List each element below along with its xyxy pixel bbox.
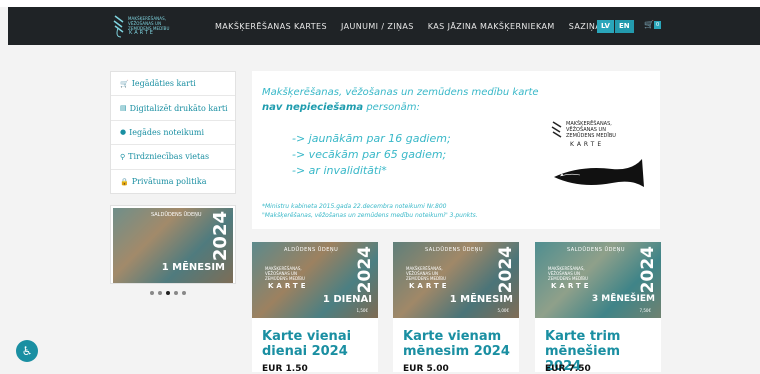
accessibility-button[interactable]: ♿ — [16, 340, 38, 362]
product-card-three-months[interactable]: SALDŪDENS ŪDEŅU MAKŠĶERĒŠANAS, VĒŽOŠANAS … — [535, 242, 661, 374]
banner-line-1: Makšķerēšanas, vēžošanas un zemūdens med… — [262, 87, 539, 98]
banner-foot-line-1: *Ministru kabineta 2015.gada 22.decembra… — [262, 203, 447, 210]
product-card-image: SALDŪDENS ŪDEŅU MAKŠĶERĒŠANAS, VĒŽOŠANAS … — [393, 242, 519, 318]
cart-button[interactable]: 🛒 0 — [644, 20, 662, 29]
card-price-tag: 5,00€ — [497, 308, 509, 313]
slider-dots — [150, 291, 190, 295]
card-price-tag: 1,50€ — [356, 308, 368, 313]
product-price: EUR 5.00 — [403, 364, 449, 374]
top-strip — [0, 0, 760, 7]
main-nav: MAKŠĶERĒŠANAS KARTES JAUNUMI / ZIŅAS KAS… — [215, 7, 618, 45]
card-price-tag: 7,50€ — [639, 308, 651, 313]
sidebar-item-privacy[interactable]: 🔒 Privātuma politika — [111, 170, 235, 194]
cart-icon: 🛒 — [120, 79, 129, 88]
banner-logo-line: ZEMŪDENS MEDĪBU — [566, 133, 616, 139]
slider-dot-active[interactable] — [166, 291, 170, 295]
card-year: 2024 — [638, 246, 658, 294]
navbar: MAKŠĶERĒŠANAS, VĒŽOŠANAS UN ZEMŪDENS MED… — [8, 7, 760, 45]
product-card-image: SALDŪDENS ŪDEŅU MAKŠĶERĒŠANAS, VĒŽOŠANAS … — [535, 242, 661, 318]
nav-what-to-know[interactable]: KAS JĀZINA MAKŠĶERNIEKAM — [428, 22, 555, 31]
sidebar-item-label: Privātuma politika — [131, 177, 207, 187]
sidebar-item-rules[interactable]: ● Iegādes noteikumi — [111, 121, 235, 146]
side-menu: 🛒 Iegādāties karti ▤ Digitalizēt drukāto k… — [110, 71, 236, 194]
product-title[interactable]: Karte vienam mēnesim 2024 — [403, 329, 513, 359]
lock-icon: 🔒 — [120, 177, 129, 186]
logo-fish-icon — [113, 15, 124, 38]
product-card-day[interactable]: ALDŪDENS ŪDEŅU MAKŠĶERĒŠANAS, VĒŽOŠANAS U… — [252, 242, 378, 374]
card-logo-line: ZEMŪDENS MEDĪBU — [406, 276, 446, 281]
card-period: 3 MĒNEŠIEM — [591, 294, 655, 304]
card-logo-brand: KARTE — [551, 282, 592, 290]
lang-en-button[interactable]: EN — [615, 20, 634, 33]
banner-foot-line-2: "Makšķerēšanas, vēžošanas un zemūdens me… — [262, 212, 478, 219]
logo-fish-icon — [551, 121, 562, 138]
info-icon: ● — [120, 128, 127, 137]
banner-line-2: nav nepieciešama personām: — [262, 102, 420, 113]
slide-year: 2024 — [210, 211, 231, 262]
product-price: EUR 1.50 — [262, 364, 308, 374]
card-year: 2024 — [355, 246, 375, 294]
banner-logo-brand: KARTE — [570, 141, 605, 148]
sidebar-item-label: Iegādāties karti — [131, 79, 196, 89]
card-top-text: SALDŪDENS ŪDEŅU — [425, 247, 484, 253]
site-logo[interactable]: MAKŠĶERĒŠANAS, VĒŽOŠANAS UN ZEMŪDENS MED… — [112, 12, 172, 40]
map-pin-icon: ⚲ — [120, 152, 126, 161]
card-year: 2024 — [496, 246, 516, 294]
slider-dot[interactable] — [182, 291, 186, 295]
slider-dot[interactable] — [158, 291, 162, 295]
cart-icon: 🛒 — [644, 20, 654, 29]
sidebar-item-locations[interactable]: ⚲ Tirdzniecības vietas — [111, 145, 235, 170]
slider-dot[interactable] — [174, 291, 178, 295]
accessibility-icon: ♿ — [21, 344, 33, 358]
slide-top-text: SALDŪDENS ŪDEŅU — [151, 212, 202, 218]
banner-list-item: -> jaunākām par 16 gadiem; — [292, 132, 451, 145]
lang-lv-button[interactable]: LV — [597, 20, 614, 33]
card-logo-line: ZEMŪDENS MEDĪBU — [265, 276, 305, 281]
card-period: 1 MĒNESIM — [449, 294, 513, 305]
card-slider[interactable]: SALDŪDENS ŪDEŅU 2024 1 MĒNESIM — [110, 205, 236, 284]
product-title[interactable]: Karte vienai dienai 2024 — [262, 329, 372, 359]
sidebar-item-label: Tirdzniecības vietas — [128, 152, 210, 162]
id-card-icon: ▤ — [120, 104, 127, 113]
sidebar-item-label: Digitalizēt drukāto karti — [129, 103, 228, 113]
banner-logo: MAKŠĶERĒŠANAS, VĒŽOŠANAS UN ZEMŪDENS MED… — [550, 111, 650, 201]
sidebar-item-label: Iegādes noteikumi — [129, 127, 205, 137]
banner-list-item: -> ar invaliditāti* — [292, 164, 387, 177]
card-period: 1 DIENAI — [322, 294, 372, 305]
banner-footnote: *Ministru kabineta 2015.gada 22.decembra… — [262, 202, 478, 220]
banner-bold: nav nepieciešama — [262, 102, 364, 113]
product-card-month[interactable]: SALDŪDENS ŪDEŅU MAKŠĶERĒŠANAS, VĒŽOŠANAS … — [393, 242, 519, 374]
card-top-text: ALDŪDENS ŪDEŅU — [284, 247, 339, 253]
banner-list-item: -> vecākām par 65 gadiem; — [292, 148, 447, 161]
card-logo-line: ZEMŪDENS MEDĪBU — [548, 276, 588, 281]
slide-period: 1 MĒNESIM — [161, 262, 225, 273]
pike-fish-icon — [554, 159, 644, 187]
card-logo-brand: KARTE — [268, 282, 309, 290]
banner-list: -> jaunākām par 16 gadiem; -> vecākām pa… — [292, 131, 451, 179]
product-price: EUR 7.50 — [545, 364, 591, 374]
card-top-text: SALDŪDENS ŪDEŅU — [567, 247, 626, 253]
info-banner: Makšķerēšanas, vēžošanas un zemūdens med… — [252, 71, 660, 229]
cart-count: 0 — [653, 20, 662, 29]
card-logo-brand: KARTE — [409, 282, 450, 290]
logo-brand: KARTE — [129, 30, 155, 36]
slider-dot[interactable] — [150, 291, 154, 295]
sidebar-item-buy[interactable]: 🛒 Iegādāties karti — [111, 72, 235, 97]
product-card-image: ALDŪDENS ŪDEŅU MAKŠĶERĒŠANAS, VĒŽOŠANAS U… — [252, 242, 378, 318]
nav-fishing-cards[interactable]: MAKŠĶERĒŠANAS KARTES — [215, 22, 327, 31]
banner-rest: personām: — [363, 102, 420, 113]
slide-image: SALDŪDENS ŪDEŅU 2024 1 MĒNESIM — [113, 208, 233, 283]
nav-news[interactable]: JAUNUMI / ZIŅAS — [341, 22, 414, 31]
sidebar-item-digitize[interactable]: ▤ Digitalizēt drukāto karti — [111, 96, 235, 121]
